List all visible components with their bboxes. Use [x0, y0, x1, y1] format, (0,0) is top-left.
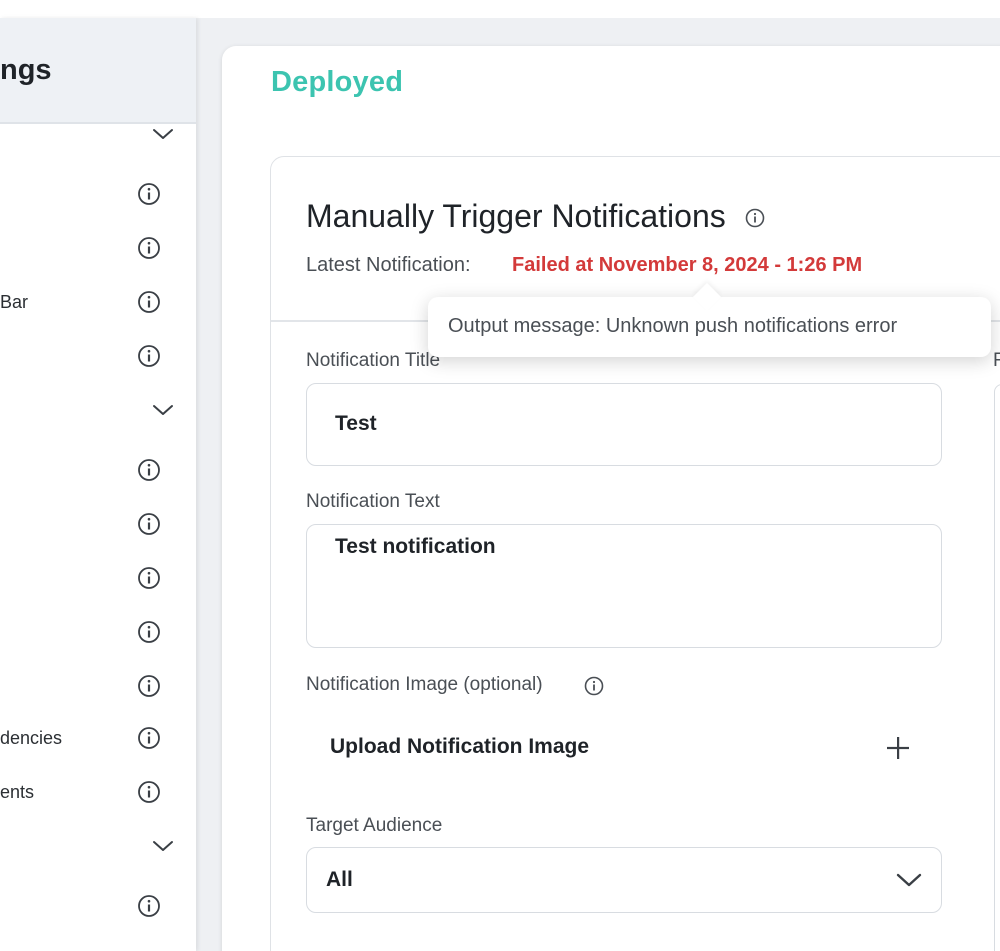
sidebar-header: ngs — [0, 18, 196, 124]
info-icon[interactable] — [137, 566, 161, 590]
deployment-status: Deployed — [271, 66, 404, 98]
sidebar-item[interactable] — [0, 336, 196, 376]
right-column-label: F — [993, 350, 1000, 371]
sidebar-item[interactable] — [0, 504, 196, 544]
info-icon[interactable] — [583, 675, 605, 697]
notification-title-value: Test — [335, 412, 377, 435]
sidebar-item-label: ents — [0, 782, 35, 802]
chevron-down-icon[interactable] — [150, 124, 176, 144]
sidebar: ngs Bar dencies ents — [0, 18, 196, 951]
info-icon[interactable] — [137, 726, 161, 750]
error-tooltip: Output message: Unknown push notificatio… — [428, 282, 991, 357]
sidebar-item[interactable] — [0, 174, 196, 214]
sidebar-item[interactable]: ents — [0, 772, 196, 812]
right-column-field[interactable] — [994, 384, 1000, 951]
info-icon[interactable] — [137, 458, 161, 482]
info-icon[interactable] — [137, 780, 161, 804]
notification-text-value: Test notification — [335, 535, 496, 558]
chevron-down-icon[interactable] — [150, 836, 176, 856]
sidebar-item[interactable] — [0, 612, 196, 652]
sidebar-item[interactable]: Bar — [0, 282, 196, 322]
top-band — [0, 0, 1000, 18]
info-icon[interactable] — [137, 674, 161, 698]
info-icon[interactable] — [137, 290, 161, 314]
notification-title-label: Notification Title — [306, 350, 441, 371]
sidebar-item[interactable] — [0, 114, 196, 154]
plus-icon — [887, 737, 909, 759]
chevron-down-icon[interactable] — [150, 400, 176, 420]
latest-notification-label: Latest Notification: — [306, 254, 471, 276]
sidebar-item[interactable] — [0, 666, 196, 706]
sidebar-item[interactable] — [0, 228, 196, 268]
notification-title-input[interactable]: Test — [306, 383, 942, 466]
info-icon[interactable] — [137, 620, 161, 644]
page: ngs Bar dencies ents Deployed Manually Tri… — [0, 0, 1000, 951]
sidebar-item-label: Bar — [0, 292, 29, 312]
info-icon[interactable] — [137, 512, 161, 536]
notification-text-label: Notification Text — [306, 491, 440, 512]
sidebar-item[interactable] — [0, 826, 196, 866]
sidebar-item[interactable] — [0, 886, 196, 926]
info-icon[interactable] — [137, 182, 161, 206]
upload-image-label: Upload Notification Image — [330, 735, 590, 758]
section-title: Manually Trigger Notifications — [306, 198, 726, 234]
sidebar-item[interactable] — [0, 390, 196, 430]
sidebar-title: ngs — [0, 54, 52, 86]
chevron-down-icon — [896, 873, 922, 887]
latest-notification-status[interactable]: Failed at November 8, 2024 - 1:26 PM — [512, 254, 862, 277]
sidebar-item[interactable] — [0, 558, 196, 598]
upload-image-button[interactable]: Upload Notification Image — [306, 718, 942, 778]
info-icon[interactable] — [137, 236, 161, 260]
target-audience-label: Target Audience — [306, 815, 443, 836]
target-audience-value: All — [326, 868, 353, 891]
sidebar-item[interactable]: dencies — [0, 718, 196, 758]
sidebar-item[interactable] — [0, 450, 196, 490]
info-icon[interactable] — [137, 894, 161, 918]
notification-image-label: Notification Image (optional) — [306, 674, 543, 695]
sidebar-item-label: dencies — [0, 728, 63, 748]
tooltip-text: Output message: Unknown push notificatio… — [448, 315, 898, 337]
info-icon[interactable] — [744, 207, 766, 229]
notification-text-input[interactable]: Test notification — [306, 524, 942, 648]
target-audience-select[interactable]: All — [306, 847, 942, 913]
info-icon[interactable] — [137, 344, 161, 368]
